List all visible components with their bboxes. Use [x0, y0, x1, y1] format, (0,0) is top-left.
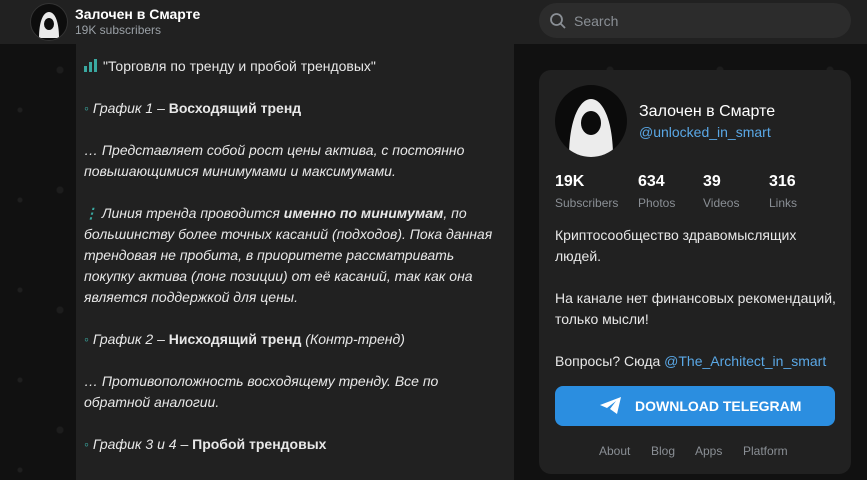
chart-1-label: График 1	[92, 100, 154, 116]
search-input[interactable]: Search	[539, 3, 851, 38]
footer-about-link[interactable]: About	[599, 444, 630, 458]
chart-3-label: График 3 и 4	[92, 436, 177, 452]
stat-value: 39	[703, 173, 721, 190]
stat-value: 634	[638, 173, 665, 190]
dash: –	[153, 331, 169, 347]
channel-title[interactable]: Залочен в Смарте	[75, 6, 200, 22]
footer-platform-link[interactable]: Platform	[743, 444, 788, 458]
search-placeholder: Search	[574, 13, 619, 29]
p2-part-a: Линия тренда проводится	[101, 205, 284, 221]
post-headline: "Торговля по тренду и пробой трендовых"	[84, 56, 504, 77]
search-icon	[550, 13, 566, 29]
vertical-dots-icon: ⋮	[84, 205, 98, 221]
channel-avatar[interactable]	[30, 3, 68, 41]
headline-text: "Торговля по тренду и пробой трендовых"	[103, 58, 376, 74]
download-label: DOWNLOAD TELEGRAM	[635, 398, 802, 414]
chart-2-label: График 2	[92, 331, 154, 347]
stat-label: Subscribers	[555, 196, 619, 210]
stat-label: Videos	[703, 196, 740, 210]
paragraph-1: … Представляет собой рост цены актива, с…	[84, 142, 465, 179]
stat-label: Links	[769, 196, 798, 210]
stat-subscribers: 19K Subscribers	[555, 173, 618, 210]
chart-2-note: (Контр-тренд)	[301, 331, 405, 347]
channel-subscribers: 19K subscribers	[75, 23, 162, 37]
paragraph-2: ⋮ Линия тренда проводится именно по мини…	[84, 203, 504, 308]
chart-3-title: Пробой трендовых	[192, 436, 327, 452]
channel-description-2: На канале нет финансовых рекомендаций, т…	[555, 290, 836, 327]
stat-label: Photos	[638, 196, 676, 210]
footer-blog-link[interactable]: Blog	[651, 444, 675, 458]
chart-2-line: ◦ График 2 – Нисходящий тренд (Контр-тре…	[84, 329, 504, 350]
chart-3-line: ◦ График 3 и 4 – Пробой трендовых	[84, 434, 504, 455]
stat-value: 316	[769, 173, 796, 190]
stat-links: 316 Links	[769, 173, 797, 210]
footer-apps-link[interactable]: Apps	[695, 444, 722, 458]
p2-emphasis: именно по минимумам	[283, 205, 444, 221]
architect-link[interactable]: @The_Architect_in_smart	[664, 353, 826, 369]
stat-photos: 634 Photos	[638, 173, 675, 210]
stat-videos: 39 Videos	[703, 173, 739, 210]
chart-2-title: Нисходящий тренд	[168, 331, 302, 347]
questions-text: Вопросы? Сюда	[555, 353, 665, 369]
telegram-plane-icon	[600, 397, 621, 414]
download-telegram-button[interactable]: DOWNLOAD TELEGRAM	[555, 386, 835, 426]
chart-1-line: ◦ График 1 – Восходящий тренд	[84, 98, 504, 119]
bullet-icon: ◦	[84, 100, 89, 116]
stat-value: 19K	[555, 173, 585, 190]
channel-post: "Торговля по тренду и пробой трендовых" …	[76, 44, 514, 480]
dash: –	[176, 436, 193, 452]
dash: –	[153, 100, 169, 116]
bullet-icon: ◦	[84, 436, 89, 452]
card-handle[interactable]: @unlocked_in_smart	[639, 124, 771, 140]
chart-bars-icon	[84, 59, 97, 72]
chart-1-title: Восходящий тренд	[168, 100, 302, 116]
top-bar: Залочен в Смарте 19K subscribers Search	[0, 0, 867, 44]
channel-description-3: Вопросы? Сюда @The_Architect_in_smart	[555, 351, 840, 372]
bullet-icon: ◦	[84, 331, 89, 347]
card-avatar	[555, 85, 627, 157]
card-title: Залочен в Смарте	[639, 103, 776, 120]
channel-description-1: Криптосообщество здравомыслящих людей.	[555, 227, 797, 264]
channel-info-card: Залочен в Смарте @unlocked_in_smart 19K …	[539, 70, 851, 474]
paragraph-3: … Противоположность восходящему тренду. …	[84, 373, 439, 410]
